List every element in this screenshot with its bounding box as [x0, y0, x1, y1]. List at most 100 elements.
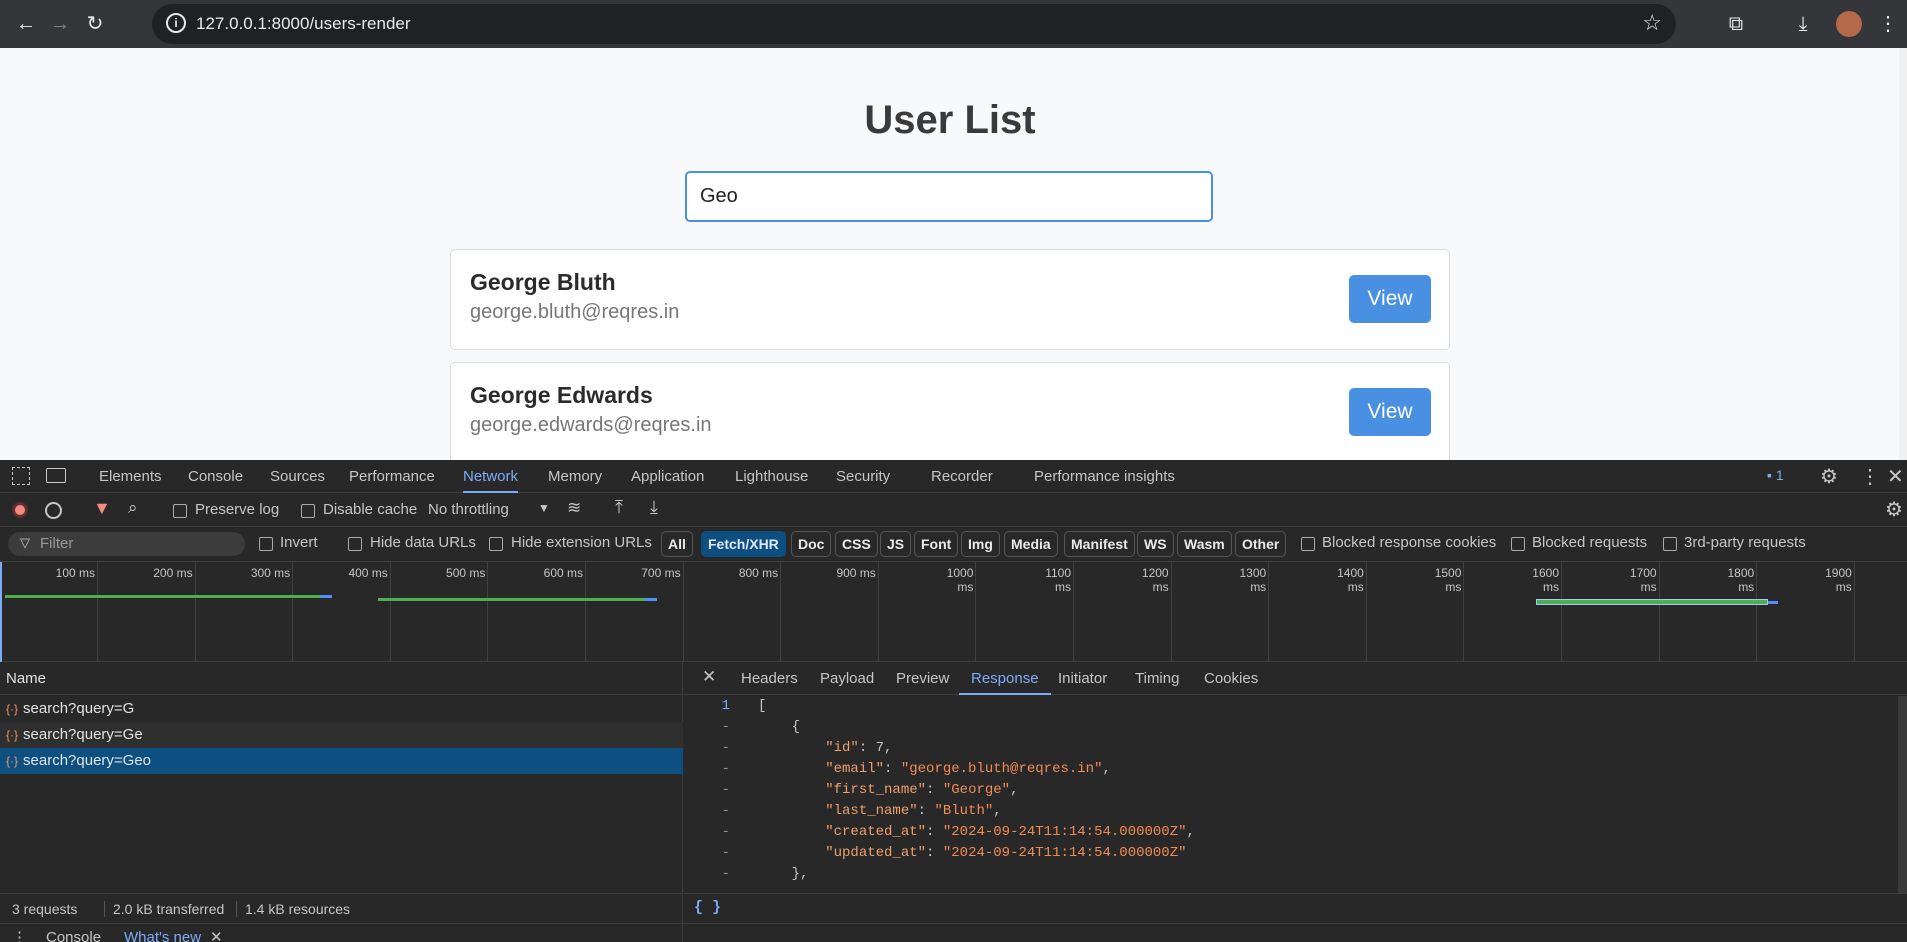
network-settings-icon[interactable]: ⚙ — [1885, 497, 1903, 522]
close-drawer-tab-icon[interactable]: ✕ — [210, 928, 223, 942]
search-icon[interactable]: ⌕ — [128, 498, 138, 518]
detail-tab-timing[interactable]: Timing — [1135, 662, 1179, 695]
page-scrollbar[interactable] — [1899, 48, 1907, 460]
drawer-tabbar: ⋮ Console What's new ✕ — [0, 923, 1907, 942]
line-number: - — [721, 866, 730, 882]
page-viewport: User List George Bluth george.bluth@reqr… — [0, 48, 1907, 460]
tab-console[interactable]: Console — [188, 460, 243, 493]
throttling-select[interactable]: No throttling — [428, 501, 509, 518]
import-har-icon[interactable]: ⤒ — [615, 497, 623, 518]
line-number: - — [721, 719, 730, 735]
tab-network[interactable]: Network — [463, 460, 519, 493]
json-line: [ — [758, 698, 767, 714]
type-chip-img[interactable]: Img — [961, 531, 1000, 557]
record-stop-icon[interactable] — [12, 502, 28, 518]
network-conditions-icon[interactable]: ≋ — [567, 498, 581, 518]
close-devtools-icon[interactable]: ✕ — [1887, 464, 1904, 489]
type-chip-all[interactable]: All — [661, 531, 693, 557]
type-chip-ws[interactable]: WS — [1137, 531, 1174, 557]
tab-security[interactable]: Security — [836, 460, 890, 493]
request-row[interactable]: {·} search?query=Ge — [0, 722, 683, 748]
type-chip-font[interactable]: Font — [914, 531, 959, 557]
detail-tab-initiator[interactable]: Initiator — [1058, 662, 1107, 695]
tab-application[interactable]: Application — [631, 460, 704, 493]
disable-cache-checkbox[interactable] — [301, 504, 315, 518]
reload-icon[interactable]: ↻ — [81, 10, 109, 38]
extensions-icon[interactable]: ⧉ — [1722, 10, 1750, 38]
export-har-icon[interactable]: ⤓ — [650, 497, 658, 518]
hide-ext-urls-checkbox[interactable] — [489, 537, 503, 551]
view-button[interactable]: View — [1349, 388, 1431, 436]
view-button[interactable]: View — [1349, 275, 1431, 323]
tab-performance[interactable]: Performance — [349, 460, 435, 493]
detail-tab-response[interactable]: Response — [959, 662, 1051, 695]
type-chip-doc[interactable]: Doc — [791, 531, 832, 557]
more-options-icon[interactable]: ⋮ — [1860, 464, 1880, 489]
detail-tab-preview[interactable]: Preview — [896, 662, 949, 695]
name-column-header[interactable]: Name — [0, 662, 683, 695]
settings-gear-icon[interactable]: ⚙ — [1820, 464, 1838, 489]
detail-tab-payload[interactable]: Payload — [820, 662, 874, 695]
response-scrollbar[interactable] — [1898, 696, 1907, 893]
menu-kebab-icon[interactable]: ⋮ — [1874, 10, 1902, 38]
back-icon[interactable]: ← — [12, 10, 40, 38]
timeline-gridline — [1463, 562, 1465, 662]
timeline-gridline — [1170, 562, 1172, 662]
tab-recorder[interactable]: Recorder — [931, 460, 993, 493]
inspect-element-icon[interactable] — [12, 467, 30, 485]
request-name: search?query=Geo — [23, 752, 152, 769]
drawer-tab-whats-new[interactable]: What's new — [124, 929, 201, 942]
tab-elements[interactable]: Elements — [99, 460, 162, 493]
json-line: "first_name": "George", — [825, 782, 1019, 798]
detail-tab-headers[interactable]: Headers — [741, 662, 798, 695]
filter-icon[interactable]: ▼ — [93, 498, 111, 519]
user-name: George Edwards — [470, 382, 653, 408]
search-input[interactable] — [685, 171, 1213, 222]
pretty-print-icon[interactable]: { } — [694, 899, 721, 916]
timeline-tick-label: 900 ms — [836, 566, 876, 580]
type-chip-manifest[interactable]: Manifest — [1064, 531, 1135, 557]
timeline-gridline — [1073, 562, 1074, 662]
type-chip-other[interactable]: Other — [1235, 531, 1287, 557]
invert-label: Invert — [280, 534, 318, 551]
forward-icon[interactable]: → — [46, 10, 74, 38]
user-email: george.bluth@reqres.in — [470, 301, 680, 323]
chevron-down-icon[interactable]: ▼ — [538, 501, 550, 515]
type-chip-media[interactable]: Media — [1004, 531, 1058, 557]
avatar[interactable] — [1836, 11, 1862, 37]
preserve-log-checkbox[interactable] — [173, 504, 187, 518]
blocked-requests-checkbox[interactable] — [1511, 537, 1525, 551]
type-chip-fetch-xhr[interactable]: Fetch/XHR — [701, 531, 786, 557]
fetch-icon: {·} — [6, 702, 19, 716]
type-chip-css[interactable]: CSS — [835, 531, 878, 557]
tab-lighthouse[interactable]: Lighthouse — [735, 460, 808, 493]
bookmark-star-icon[interactable]: ☆ — [1642, 10, 1662, 36]
site-info-icon[interactable]: i — [166, 13, 186, 33]
type-chip-wasm[interactable]: Wasm — [1177, 531, 1232, 557]
fetch-icon: {·} — [6, 728, 19, 742]
drawer-menu-icon[interactable]: ⋮ — [12, 928, 27, 942]
type-chip-js[interactable]: JS — [880, 531, 912, 557]
invert-checkbox[interactable] — [259, 537, 273, 551]
timeline-tick-label: 500 ms — [446, 566, 486, 580]
close-detail-icon[interactable]: ✕ — [702, 667, 716, 687]
blocked-cookies-checkbox[interactable] — [1301, 537, 1315, 551]
timeline-gridline — [585, 562, 586, 662]
filter-input[interactable]: ▽ Filter — [8, 532, 245, 556]
detail-tab-cookies[interactable]: Cookies — [1204, 662, 1258, 695]
request-row-selected[interactable]: {·} search?query=Geo — [0, 748, 683, 774]
tab-memory[interactable]: Memory — [548, 460, 602, 493]
waterfall-bar — [378, 598, 645, 601]
tab-sources[interactable]: Sources — [270, 460, 325, 493]
response-viewer[interactable]: 1 [- {- "id": 7, - "email": "george.bluth@… — [684, 696, 1907, 893]
request-row[interactable]: {·} search?query=G — [0, 696, 683, 722]
drawer-tab-console[interactable]: Console — [46, 929, 101, 942]
device-toolbar-icon[interactable] — [46, 468, 66, 483]
third-party-checkbox[interactable] — [1663, 537, 1677, 551]
tab-performance-insights[interactable]: Performance insights — [1034, 460, 1175, 493]
issues-badge[interactable]: ▪ 1 — [1767, 467, 1784, 483]
download-icon[interactable]: ⤓ — [1789, 10, 1817, 38]
clear-icon[interactable] — [45, 502, 62, 519]
address-bar[interactable]: i 127.0.0.1:8000/users-render ☆ — [152, 4, 1676, 44]
hide-data-urls-checkbox[interactable] — [348, 537, 362, 551]
